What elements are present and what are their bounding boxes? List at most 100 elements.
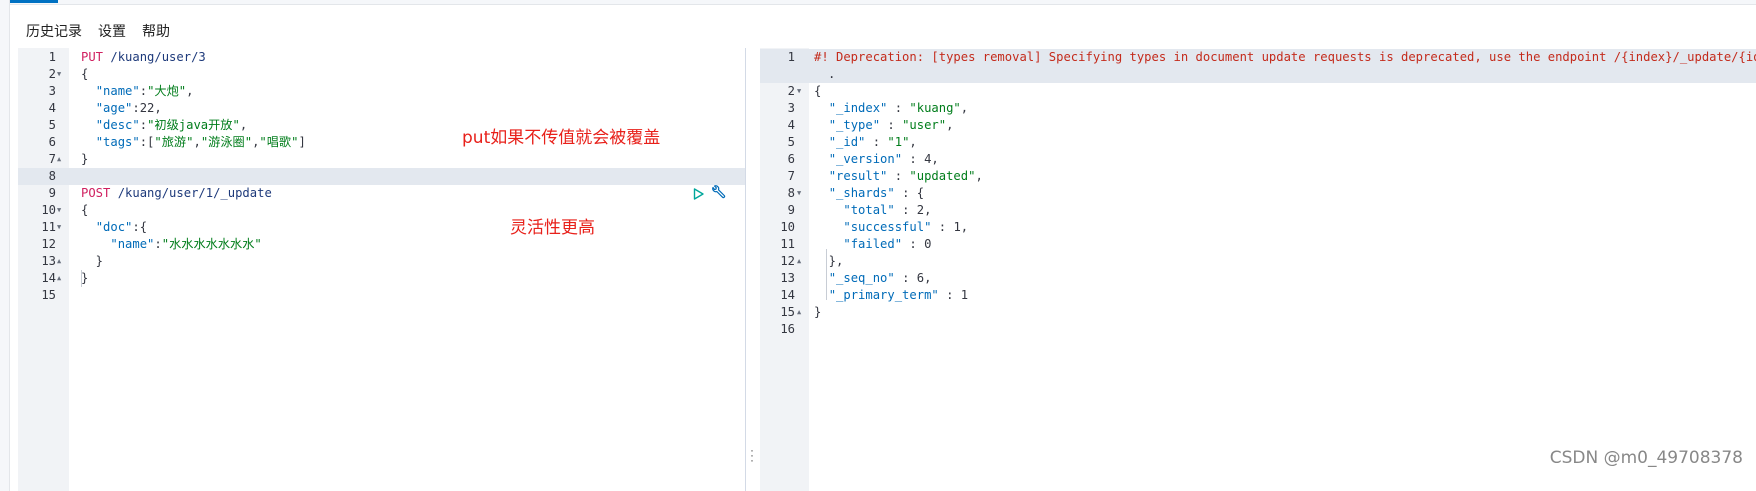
code-text: "failed" : 0 <box>814 236 931 253</box>
fold-open-icon[interactable]: ▼ <box>797 83 801 100</box>
fold-open-icon[interactable]: ▼ <box>797 185 801 202</box>
code-token: "user" <box>902 118 947 132</box>
code-line: 14 ▲} <box>18 270 745 287</box>
line-number: 2 <box>48 67 56 81</box>
menu-help[interactable]: 帮助 <box>142 21 170 41</box>
code-line: 12 ▲ }, <box>760 253 1756 270</box>
code-token: : <box>894 271 917 285</box>
code-token: "age" <box>95 101 133 115</box>
pane-resize-handle[interactable]: · · · <box>748 444 756 466</box>
code-text: "_primary_term" : 1 <box>814 287 968 304</box>
line-number: 9 <box>48 186 56 200</box>
code-token: "kuang" <box>909 101 961 115</box>
code-token: : <box>887 101 910 115</box>
code-token: "唱歌" <box>259 135 299 149</box>
code-token: , <box>924 271 932 285</box>
code-token: 2 <box>916 203 925 217</box>
code-text: "doc":{ <box>81 219 147 236</box>
code-token: }, <box>814 254 844 268</box>
request-editor[interactable]: 1 PUT /kuang/user/3 2 ▼{3 "name":"大炮", 4 "ag… <box>18 48 746 491</box>
code-line: 11 "failed" : 0 <box>760 236 1756 253</box>
fold-open-icon[interactable]: ▼ <box>57 66 61 83</box>
code-line: 9 "total" : 2, <box>760 202 1756 219</box>
code-text: "age":22, <box>81 100 162 117</box>
code-text: } <box>814 304 821 321</box>
code-text: "_id" : "1", <box>814 134 917 151</box>
code-token: { <box>814 84 822 98</box>
code-token: : <box>132 101 140 115</box>
code-token: "tags" <box>95 135 140 149</box>
code-text: "tags":["旅游","游泳圈","唱歌"] <box>81 134 306 151</box>
line-number: 9 <box>787 203 795 217</box>
watermark: CSDN @m0_49708378 <box>1549 448 1743 468</box>
code-token: , <box>239 118 248 132</box>
code-token: : <box>887 169 910 183</box>
code-line: 8 <box>18 168 745 185</box>
fold-open-icon[interactable]: ▼ <box>57 219 61 236</box>
code-token: : <box>865 135 888 149</box>
fold-close-icon[interactable]: ▲ <box>57 270 61 287</box>
code-text: "_index" : "kuang", <box>814 100 968 117</box>
code-token: /kuang/user/1/_update <box>110 186 272 200</box>
code-token: , <box>924 203 932 217</box>
line-number: 4 <box>787 118 795 132</box>
line-number: 8 <box>48 169 56 183</box>
fold-close-icon[interactable]: ▲ <box>57 253 61 270</box>
code-token: "name" <box>110 237 155 251</box>
code-token: : <box>902 152 925 166</box>
line-number: 8 <box>787 186 795 200</box>
code-token: :{ <box>132 220 148 234</box>
code-line: 7 "result" : "updated", <box>760 168 1756 185</box>
code-token: "updated" <box>909 169 976 183</box>
line-number: 10 <box>41 203 56 217</box>
code-text: } <box>81 253 103 270</box>
menu-settings[interactable]: 设置 <box>98 21 126 41</box>
code-text: "_shards" : { <box>814 185 924 202</box>
play-icon[interactable] <box>693 187 704 205</box>
code-token: "doc" <box>95 220 133 234</box>
line-number: 7 <box>48 152 56 166</box>
code-token: : <box>880 118 903 132</box>
response-panel: 1 #! Deprecation: [types removal] Specify… <box>760 48 1756 491</box>
annotation-put-overwrite: put如果不传值就会被覆盖 <box>462 128 661 148</box>
code-line: 3 "_index" : "kuang", <box>760 100 1756 117</box>
code-token: 1 <box>953 220 961 234</box>
fold-close-icon[interactable]: ▲ <box>797 253 801 270</box>
line-number: 16 <box>780 322 795 336</box>
code-token: : { <box>894 186 925 200</box>
code-token: 6 <box>916 271 925 285</box>
indent-guide <box>81 270 82 287</box>
code-text: "desc":"初级java开放", <box>81 117 248 134</box>
code-token: , <box>931 152 939 166</box>
top-tab-bar <box>10 0 1756 5</box>
menu-history[interactable]: 历史记录 <box>26 21 82 41</box>
code-text: { <box>814 83 821 100</box>
fold-close-icon[interactable]: ▲ <box>797 304 801 321</box>
active-tab-indicator[interactable] <box>10 0 58 3</box>
line-number: 14 <box>41 271 56 285</box>
code-token: "_version" <box>828 152 903 166</box>
code-token: "desc" <box>95 118 140 132</box>
fold-close-icon[interactable]: ▲ <box>57 151 61 168</box>
code-token: , <box>193 135 201 149</box>
wrench-icon[interactable] <box>710 185 726 206</box>
code-token: 1 <box>960 288 969 302</box>
code-token: { <box>81 67 89 81</box>
request-actions <box>693 185 726 206</box>
code-token: ] <box>298 135 306 149</box>
fold-open-icon[interactable]: ▼ <box>57 202 61 219</box>
line-number: 15 <box>780 305 795 319</box>
line-number: 3 <box>787 101 795 115</box>
code-token: "_index" <box>828 101 888 115</box>
code-token: "_seq_no" <box>828 271 895 285</box>
code-token: : <box>894 203 917 217</box>
code-line: 14 "_primary_term" : 1 <box>760 287 1756 304</box>
code-token: } <box>814 305 822 319</box>
